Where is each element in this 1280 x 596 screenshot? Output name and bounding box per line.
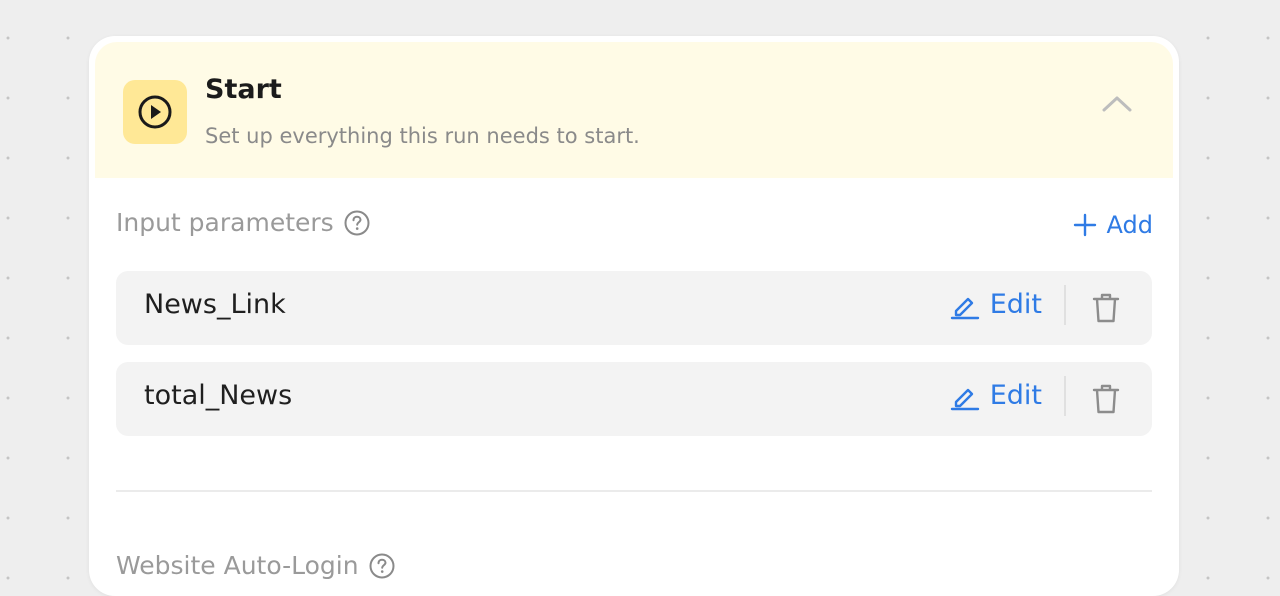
start-node-card: Start Set up everything this run needs t…: [89, 36, 1179, 596]
parameter-row: total_News Edit: [116, 362, 1152, 436]
plus-icon: [1073, 213, 1107, 237]
trash-icon: [1091, 383, 1121, 415]
start-badge: [123, 80, 187, 144]
input-parameters-label: Input parameters: [116, 208, 334, 237]
pencil-icon: [950, 290, 990, 320]
chevron-up-icon: [1101, 94, 1133, 114]
node-subtitle: Set up everything this run needs to star…: [205, 124, 640, 148]
section-divider: [116, 490, 1152, 492]
edit-label: Edit: [989, 380, 1042, 411]
edit-parameter-button[interactable]: Edit: [950, 289, 1042, 320]
parameter-name: News_Link: [144, 289, 286, 320]
add-label: Add: [1106, 211, 1153, 239]
edit-label: Edit: [989, 289, 1042, 320]
trash-icon: [1091, 292, 1121, 324]
input-parameters-heading: Input parameters: [116, 208, 370, 237]
parameter-name: total_News: [144, 380, 293, 411]
add-parameter-button[interactable]: Add: [1073, 211, 1153, 239]
delete-parameter-button[interactable]: [1090, 291, 1122, 325]
pencil-icon: [950, 381, 990, 411]
edit-parameter-button[interactable]: Edit: [950, 380, 1042, 411]
help-circle-icon[interactable]: [344, 210, 370, 236]
help-circle-icon[interactable]: [369, 553, 395, 579]
website-auto-login-label: Website Auto-Login: [116, 551, 359, 580]
parameter-row: News_Link Edit: [116, 271, 1152, 345]
start-node-header: Start Set up everything this run needs t…: [95, 42, 1173, 178]
delete-parameter-button[interactable]: [1090, 382, 1122, 416]
action-separator: [1064, 285, 1066, 325]
website-auto-login-heading: Website Auto-Login: [116, 551, 395, 580]
action-separator: [1064, 376, 1066, 416]
play-circle-icon: [135, 92, 175, 132]
node-title: Start: [205, 74, 282, 105]
collapse-button[interactable]: [1097, 84, 1137, 124]
